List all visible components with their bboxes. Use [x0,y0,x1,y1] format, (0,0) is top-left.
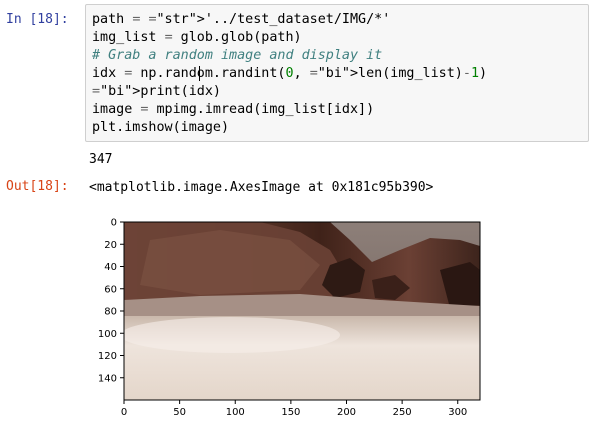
x-axis: 0 50 100 150 200 250 300 [121,400,467,418]
x-tick-label: 100 [226,407,245,418]
y-tick-label: 120 [98,351,117,362]
x-tick-label: 250 [393,407,412,418]
x-tick-label: 50 [173,407,186,418]
y-tick-label: 100 [98,329,117,340]
x-tick-label: 300 [448,407,467,418]
rover-image [124,222,480,400]
y-axis: 0 20 40 60 80 100 120 140 [98,218,124,384]
y-tick-label: 0 [111,218,117,229]
y-tick-label: 60 [104,284,117,295]
y-tick-label: 140 [98,373,117,384]
imshow-plot: 0 50 100 150 200 250 300 0 20 40 60 80 100 120 140 [98,218,481,418]
x-tick-label: 150 [281,407,300,418]
y-tick-label: 40 [104,262,117,273]
x-tick-label: 200 [337,407,356,418]
y-tick-label: 80 [104,307,117,318]
y-tick-label: 20 [104,240,117,251]
x-tick-label: 0 [121,407,127,418]
